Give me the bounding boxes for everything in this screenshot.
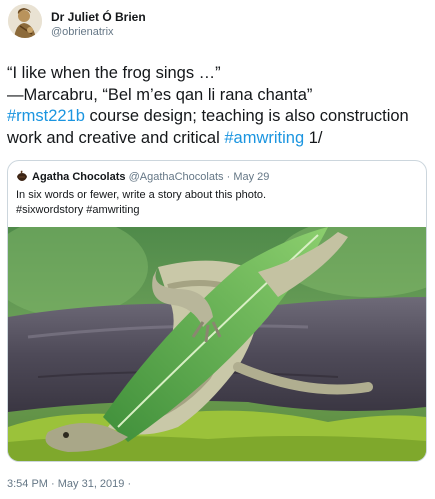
quoted-text-line-1: In six words or fewer, write a story abo… [16,189,267,201]
author-name[interactable]: Dr Juliet Ó Brien [51,10,146,24]
quoted-author-handle[interactable]: @AgathaChocolats [129,171,224,183]
author-handle[interactable]: @obrienatrix [51,26,114,38]
quoted-date[interactable]: May 29 [233,171,269,183]
tweet-line-3: #rmst221b course design; teaching is als… [7,106,425,149]
quoted-header: Agatha Chocolats @AgathaChocolats · May … [16,170,269,183]
hashtag-rmst221b[interactable]: #rmst221b [7,107,85,125]
tweet-timestamp[interactable]: 3:54 PM · May 31, 2019 · [7,478,131,490]
tweet-card: Dr Juliet Ó Brien @obrienatrix “I like w… [0,0,435,499]
quoted-author-name[interactable]: Agatha Chocolats [32,171,126,183]
quoted-text: In six words or fewer, write a story abo… [16,188,416,218]
hashtag-amwriting[interactable]: #amwriting [224,129,304,147]
tweet-line-2: —Marcabru, “Bel m’es qan li rana chanta” [7,85,313,104]
lizard-photo[interactable] [8,227,426,461]
quoted-tweet[interactable]: Agatha Chocolats @AgathaChocolats · May … [7,160,427,462]
author-avatar[interactable] [8,4,42,38]
meta-separator: · [223,171,234,183]
portrait-sketch-icon [8,4,42,38]
tweet-thread-counter: 1/ [304,128,323,147]
tweet-line-1: “I like when the frog sings …” [7,64,221,82]
quoted-text-line-2: #sixwordstory #amwriting [16,204,140,216]
tweet-text: “I like when the frog sings …” —Marcabru… [7,63,425,149]
chocolate-logo-icon [17,170,27,181]
